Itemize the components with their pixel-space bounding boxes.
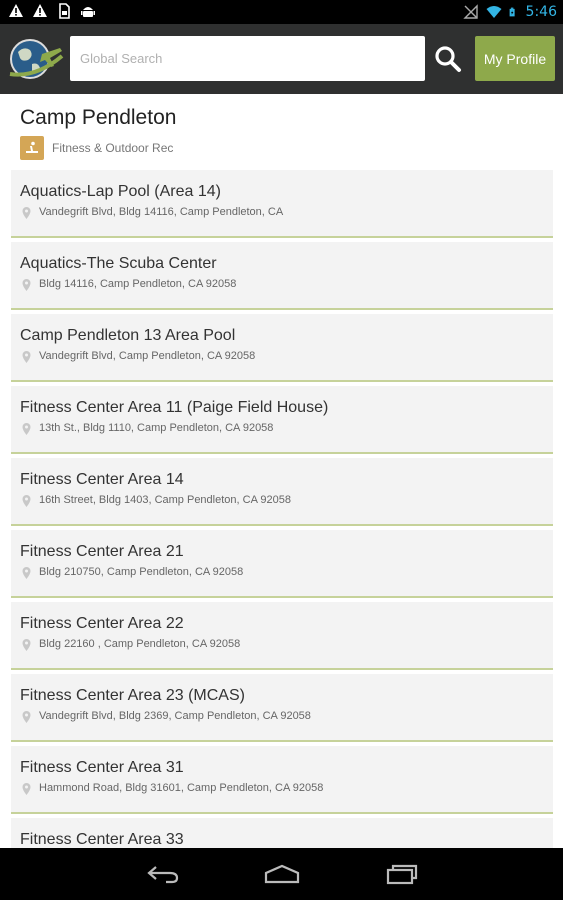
list-item[interactable]: Fitness Center Area 31 Hammond Road, Bld… <box>11 746 553 814</box>
location-name: Fitness Center Area 14 <box>20 471 184 488</box>
location-address: Hammond Road, Bldg 31601, Camp Pendleton… <box>39 782 324 794</box>
fitness-icon <box>20 136 44 160</box>
location-pin-icon <box>22 567 31 579</box>
recent-apps-button[interactable] <box>377 860 427 888</box>
location-pin-icon <box>22 495 31 507</box>
location-name: Fitness Center Area 31 <box>20 759 184 776</box>
list-item[interactable]: Fitness Center Area 14 16th Street, Bldg… <box>11 458 553 526</box>
back-button[interactable] <box>138 860 188 888</box>
warning-icon <box>33 4 47 17</box>
search-button[interactable] <box>426 36 470 81</box>
location-name: Aquatics-The Scuba Center <box>20 255 217 272</box>
location-address: 16th Street, Bldg 1403, Camp Pendleton, … <box>39 494 291 506</box>
location-pin-icon <box>22 711 31 723</box>
location-name: Fitness Center Area 23 (MCAS) <box>20 687 245 704</box>
my-profile-button[interactable]: My Profile <box>475 36 555 81</box>
list-item[interactable]: Camp Pendleton 13 Area Pool Vandegrift B… <box>11 314 553 382</box>
location-pin-icon <box>22 423 31 435</box>
app-bar: My Profile <box>0 24 563 94</box>
status-bar: 5:46 <box>0 0 563 24</box>
location-address: Vandegrift Blvd, Bldg 14116, Camp Pendle… <box>39 206 284 218</box>
location-name: Fitness Center Area 22 <box>20 615 184 632</box>
location-name: Fitness Center Area 11 (Paige Field Hous… <box>20 399 329 416</box>
recent-apps-icon <box>386 864 418 885</box>
android-icon <box>81 7 95 17</box>
search-box <box>70 36 425 81</box>
search-icon <box>435 45 461 72</box>
page-header: Camp Pendleton Fitness & Outdoor Rec <box>0 94 563 169</box>
list-item[interactable]: Fitness Center Area 23 (MCAS) Vandegrift… <box>11 674 553 742</box>
location-name: Camp Pendleton 13 Area Pool <box>20 327 236 344</box>
list-item[interactable]: Fitness Center Area 33 <box>11 818 553 848</box>
list-item[interactable]: Fitness Center Area 22 Bldg 22160 , Camp… <box>11 602 553 670</box>
location-name: Fitness Center Area 33 <box>20 831 184 848</box>
location-address: Bldg 22160 , Camp Pendleton, CA 92058 <box>39 638 241 650</box>
globe-jet-logo[interactable] <box>6 34 64 84</box>
location-pin-icon <box>22 279 31 291</box>
location-address: Bldg 210750, Camp Pendleton, CA 92058 <box>39 566 244 578</box>
search-input[interactable] <box>70 36 425 81</box>
location-list: Aquatics-Lap Pool (Area 14) Vandegrift B… <box>11 170 553 848</box>
location-pin-icon <box>22 207 31 219</box>
location-address: Vandegrift Blvd, Camp Pendleton, CA 9205… <box>39 350 256 362</box>
page-title: Camp Pendleton <box>20 106 177 129</box>
location-address: Bldg 14116, Camp Pendleton, CA 92058 <box>39 278 237 290</box>
home-button[interactable] <box>257 860 307 888</box>
category-label: Fitness & Outdoor Rec <box>52 141 174 155</box>
status-time: 5:46 <box>525 4 557 20</box>
location-address: Vandegrift Blvd, Bldg 2369, Camp Pendlet… <box>39 710 311 722</box>
home-icon <box>264 864 300 884</box>
location-pin-icon <box>22 783 31 795</box>
list-item[interactable]: Aquatics-Lap Pool (Area 14) Vandegrift B… <box>11 170 553 238</box>
sim-card-icon <box>59 3 70 19</box>
location-name: Aquatics-Lap Pool (Area 14) <box>20 183 221 200</box>
location-pin-icon <box>22 639 31 651</box>
list-item[interactable]: Fitness Center Area 11 (Paige Field Hous… <box>11 386 553 454</box>
battery-icon <box>509 7 515 17</box>
warning-icon <box>9 4 23 17</box>
list-item[interactable]: Aquatics-The Scuba Center Bldg 14116, Ca… <box>11 242 553 310</box>
location-name: Fitness Center Area 21 <box>20 543 184 560</box>
navigation-bar <box>0 848 563 900</box>
wifi-icon <box>486 6 502 18</box>
location-address: 13th St., Bldg 1110, Camp Pendleton, CA … <box>39 422 274 434</box>
list-item[interactable]: Fitness Center Area 21 Bldg 210750, Camp… <box>11 530 553 598</box>
location-pin-icon <box>22 351 31 363</box>
back-icon <box>147 866 179 884</box>
no-signal-icon <box>462 4 478 19</box>
